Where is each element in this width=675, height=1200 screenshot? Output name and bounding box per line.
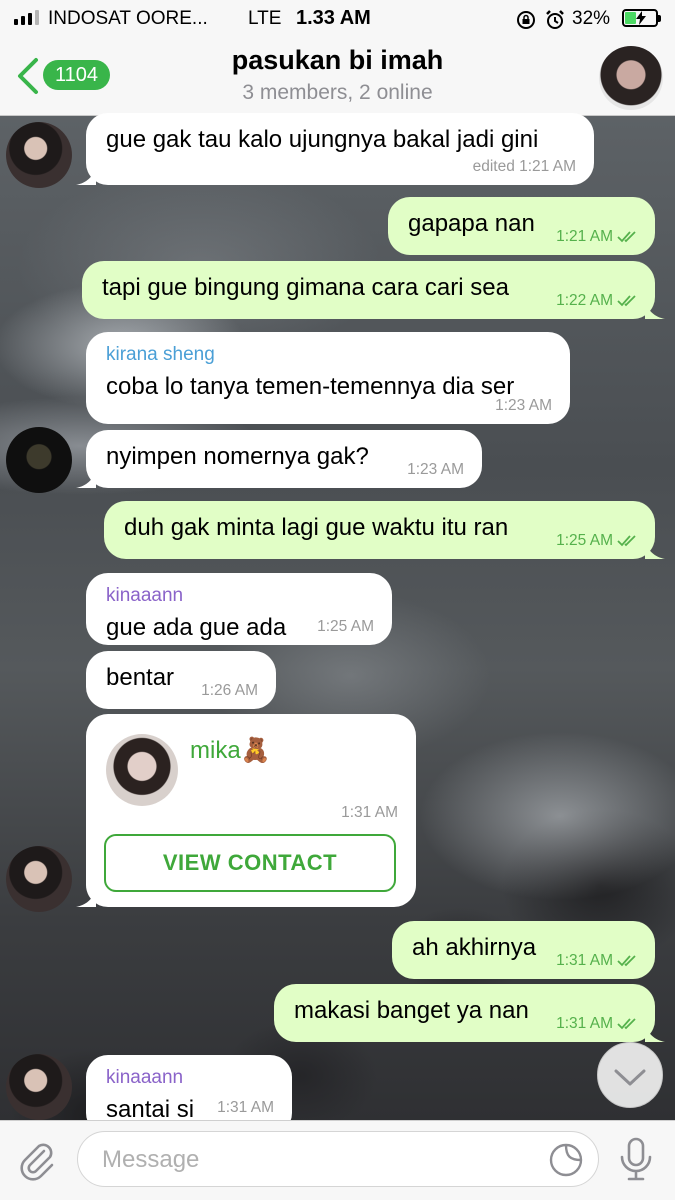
contact-photo[interactable] [106, 734, 178, 806]
message-bubble-incoming[interactable]: kirana sheng coba lo tanya temen-temenny… [86, 332, 570, 424]
sender-avatar[interactable] [6, 846, 72, 912]
status-bar: INDOSAT OORE... LTE 1.33 AM 32% [0, 0, 675, 36]
message-bubble-outgoing[interactable]: makasi banget ya nan 1:31 AM [274, 984, 665, 1042]
message-time: 1:31 AM [341, 804, 398, 821]
chat-header: 1104 pasukan bi imah 3 members, 2 online [0, 36, 675, 116]
alarm-icon [546, 10, 564, 29]
view-contact-button[interactable]: VIEW CONTACT [104, 834, 396, 892]
double-check-icon [617, 295, 636, 307]
message-text: coba lo tanya temen-temennya dia ser [106, 373, 515, 400]
attach-paperclip-icon[interactable] [14, 1137, 58, 1181]
message-status: 1:31 AM [556, 1015, 637, 1033]
message-bubble-incoming[interactable]: nyimpen nomernya gak? 1:23 AM [76, 430, 482, 488]
sender-name[interactable]: kinaaann [106, 585, 372, 607]
message-time: 1:23 AM [495, 397, 552, 414]
message-time: edited 1:21 AM [472, 158, 576, 175]
message-time: 1:26 AM [201, 682, 258, 699]
sender-name[interactable]: kirana sheng [106, 344, 550, 366]
double-check-icon [617, 955, 636, 967]
message-time: 1:31 AM [217, 1099, 274, 1116]
message-bubble-outgoing[interactable]: duh gak minta lagi gue waktu itu ran 1:2… [104, 501, 665, 559]
message-time: 1:25 AM [317, 618, 374, 635]
sticker-icon[interactable] [548, 1142, 584, 1178]
message-input[interactable] [100, 1144, 534, 1176]
message-status: 1:21 AM [556, 228, 637, 246]
double-check-icon [617, 231, 636, 243]
network-type: LTE [248, 8, 282, 29]
chat-subtitle: 3 members, 2 online [242, 81, 433, 104]
message-status: 1:22 AM [556, 292, 637, 310]
message-time: 1:31 AM [556, 952, 613, 969]
carrier-name: INDOSAT OORE... [48, 8, 208, 29]
message-bubble-incoming[interactable]: kinaaann gue ada gue ada 1:25 AM [86, 573, 392, 645]
sender-avatar[interactable] [6, 1054, 72, 1120]
signal-strength-icon [14, 10, 39, 25]
sender-avatar[interactable] [6, 122, 72, 188]
message-bubble-outgoing[interactable]: ah akhirnya 1:31 AM [392, 921, 655, 979]
double-check-icon [617, 1018, 636, 1030]
chat-title[interactable]: pasukan bi imah [0, 45, 675, 76]
status-time: 1.33 AM [296, 7, 371, 29]
contact-name[interactable]: mika🧸 [190, 736, 271, 765]
scroll-to-bottom-button[interactable] [597, 1042, 663, 1108]
message-input-bar [0, 1120, 675, 1200]
battery-icon [622, 9, 661, 27]
sender-name[interactable]: kinaaann [106, 1067, 272, 1089]
message-bubble-outgoing[interactable]: gapapa nan 1:21 AM [388, 197, 655, 255]
contact-message-card[interactable]: mika🧸 1:31 AM VIEW CONTACT [76, 714, 416, 907]
group-avatar[interactable] [599, 46, 663, 110]
sender-avatar[interactable] [6, 427, 72, 493]
message-time: 1:23 AM [407, 461, 464, 478]
message-field[interactable] [77, 1131, 599, 1187]
message-bubble-incoming[interactable]: gue gak tau kalo ujungnya bakal jadi gin… [76, 113, 594, 185]
double-check-icon [617, 535, 636, 547]
microphone-icon[interactable] [616, 1135, 656, 1185]
message-time: 1:21 AM [556, 228, 613, 245]
message-time: 1:31 AM [556, 1015, 613, 1032]
message-time: 1:25 AM [556, 532, 613, 549]
message-text: gue gak tau kalo ujungnya bakal jadi gin… [106, 126, 539, 153]
battery-percent: 32% [572, 8, 611, 29]
message-status: 1:25 AM [556, 532, 637, 550]
message-status: 1:31 AM [556, 952, 637, 970]
message-time: 1:22 AM [556, 292, 613, 309]
orientation-lock-icon [517, 11, 535, 29]
message-bubble-outgoing[interactable]: tapi gue bingung gimana cara cari sea 1:… [82, 261, 665, 319]
message-bubble-incoming[interactable]: bentar 1:26 AM [86, 651, 276, 709]
scroll-down-chevron-icon [614, 1069, 646, 1086]
message-text: tapi gue bingung gimana cara cari sea [102, 274, 509, 301]
